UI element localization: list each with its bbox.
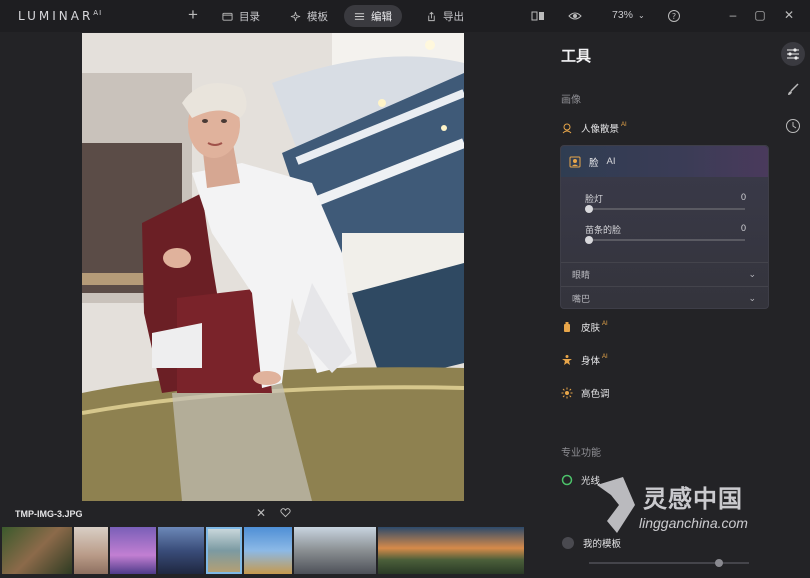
zoom-dropdown[interactable]: 73% ⌄ bbox=[612, 9, 645, 21]
template-amount-slider-handle[interactable] bbox=[715, 559, 723, 567]
top-bar: LUMINARAI + 目录 模板 编辑 导出 73% ⌄ ? – ▢ ✕ bbox=[0, 0, 810, 32]
filmstrip-thumbnail[interactable] bbox=[158, 527, 204, 574]
section-portrait-label: 画像 bbox=[561, 95, 581, 106]
filmstrip-thumbnail[interactable] bbox=[294, 527, 376, 574]
tab-export-label: 导出 bbox=[443, 10, 464, 23]
section-pro-label: 专业功能 bbox=[561, 448, 601, 459]
skin-icon bbox=[564, 322, 570, 332]
ai-badge: AI bbox=[602, 354, 608, 360]
chevron-down-icon: ⌄ bbox=[638, 10, 645, 20]
current-filename: TMP-IMG-3.JPG bbox=[15, 509, 83, 519]
light-icon bbox=[561, 474, 573, 486]
tool-face-label: 脸 bbox=[589, 157, 599, 169]
tool-portrait-bokeh-label: 人像散景 bbox=[581, 124, 620, 135]
filmstrip-thumbnail[interactable] bbox=[110, 527, 156, 574]
tool-face-header[interactable]: 脸 AI bbox=[561, 146, 768, 177]
portrait-photo bbox=[82, 33, 464, 501]
brush-tab-button[interactable] bbox=[781, 78, 805, 102]
tool-skin-label: 皮肤 bbox=[581, 323, 601, 334]
filmstrip-thumbnail[interactable] bbox=[74, 527, 108, 574]
chevron-down-icon: ⌄ bbox=[748, 268, 756, 279]
tab-templates[interactable]: 模板 bbox=[280, 5, 338, 27]
app-logo: LUMINARAI bbox=[18, 9, 103, 23]
watermark: 灵感中国 lingganchina.com bbox=[593, 473, 783, 543]
face-light-label: 脸灯 bbox=[585, 194, 604, 204]
eye-icon[interactable] bbox=[568, 9, 582, 23]
folder-icon bbox=[222, 12, 233, 21]
tool-high-key[interactable]: 高色调 bbox=[561, 382, 769, 404]
tool-body[interactable]: 身体 AI bbox=[561, 349, 769, 371]
watermark-text: 灵感中国 bbox=[643, 485, 743, 513]
eyes-section[interactable]: 眼睛 ⌄ bbox=[561, 262, 768, 285]
tool-body-label: 身体 bbox=[581, 356, 601, 367]
body-icon bbox=[562, 355, 572, 365]
heart-icon[interactable] bbox=[280, 507, 291, 518]
face-light-slider-handle[interactable] bbox=[585, 205, 593, 213]
tools-tab-button[interactable] bbox=[781, 42, 805, 66]
face-light-value: 0 bbox=[740, 192, 746, 202]
tool-high-key-label: 高色调 bbox=[581, 389, 610, 400]
maximize-button[interactable]: ▢ bbox=[752, 7, 768, 23]
filmstrip bbox=[2, 527, 524, 574]
panel-title: 工具 bbox=[561, 48, 592, 65]
tab-export[interactable]: 导出 bbox=[416, 5, 474, 27]
filmstrip-thumbnail-selected[interactable] bbox=[206, 527, 242, 574]
tool-skin[interactable]: 皮肤 AI bbox=[561, 316, 769, 338]
tab-catalog[interactable]: 目录 bbox=[212, 5, 270, 27]
slim-face-value: 0 bbox=[740, 223, 746, 233]
templates-circle-icon bbox=[562, 537, 574, 549]
add-photos-button[interactable]: + bbox=[184, 6, 202, 24]
tool-portrait-bokeh[interactable]: 人像散景 AI bbox=[561, 117, 769, 139]
tab-catalog-label: 目录 bbox=[239, 10, 260, 23]
history-tab-button[interactable] bbox=[781, 114, 805, 138]
tab-templates-label: 模板 bbox=[307, 10, 328, 23]
face-icon bbox=[569, 156, 581, 167]
template-amount-slider[interactable] bbox=[589, 562, 749, 564]
sparkle-icon bbox=[290, 11, 301, 21]
tab-edit-label: 编辑 bbox=[371, 10, 392, 23]
slim-face-label: 苗条的脸 bbox=[585, 225, 622, 235]
tab-edit[interactable]: 编辑 bbox=[344, 5, 402, 27]
help-icon[interactable]: ? bbox=[667, 9, 681, 23]
photo-canvas[interactable] bbox=[82, 33, 464, 501]
slim-face-slider-handle[interactable] bbox=[585, 236, 593, 244]
zoom-value: 73% bbox=[612, 9, 634, 21]
share-icon bbox=[428, 11, 435, 21]
reject-button[interactable]: ✕ bbox=[256, 506, 266, 520]
slim-face-slider[interactable] bbox=[588, 239, 745, 241]
eyes-label: 眼睛 bbox=[572, 269, 591, 280]
watermark-logo-icon bbox=[597, 477, 635, 533]
close-window-button[interactable]: ✕ bbox=[781, 7, 797, 23]
ai-badge: AI bbox=[606, 156, 616, 167]
sliders-icon bbox=[354, 12, 365, 20]
face-light-slider[interactable] bbox=[588, 208, 745, 210]
minimize-button[interactable]: – bbox=[725, 7, 741, 23]
brush-icon bbox=[788, 83, 799, 95]
watermark-url: lingganchina.com bbox=[639, 515, 748, 531]
filmstrip-thumbnail[interactable] bbox=[2, 527, 72, 574]
clock-icon bbox=[786, 119, 800, 133]
mouth-section[interactable]: 嘴巴 ⌄ bbox=[561, 286, 768, 309]
high-key-icon bbox=[561, 387, 573, 399]
svg-text:?: ? bbox=[672, 12, 676, 21]
sliders-icon bbox=[787, 48, 799, 60]
portrait-bokeh-icon bbox=[562, 123, 572, 134]
chevron-down-icon: ⌄ bbox=[748, 292, 756, 303]
filmstrip-thumbnail[interactable] bbox=[378, 527, 524, 574]
ai-badge: AI bbox=[602, 321, 608, 327]
filmstrip-thumbnail[interactable] bbox=[244, 527, 292, 574]
ai-badge: AI bbox=[621, 122, 627, 128]
face-tool-expanded: 脸 AI 脸灯 0 苗条的脸 0 眼睛 ⌄ 嘴巴 ⌄ bbox=[560, 145, 769, 309]
mouth-label: 嘴巴 bbox=[572, 293, 591, 304]
compare-icon[interactable] bbox=[531, 9, 545, 23]
